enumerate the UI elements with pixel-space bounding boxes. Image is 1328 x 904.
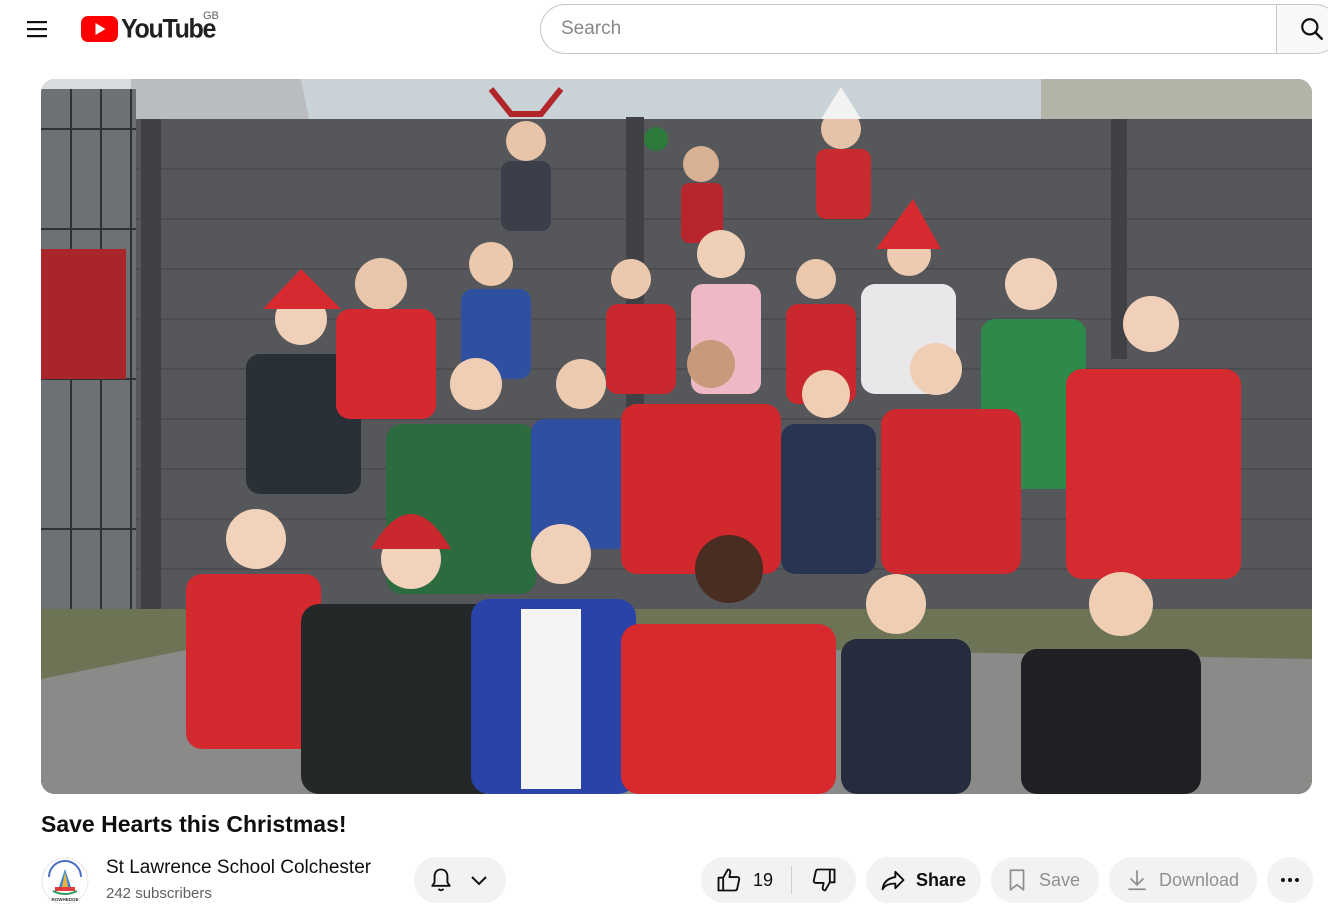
search-button[interactable] [1276, 4, 1328, 54]
search-icon [1301, 18, 1323, 40]
guide-menu-button[interactable] [16, 8, 58, 50]
notifications-button[interactable] [414, 857, 506, 903]
thumbs-down-icon [812, 868, 836, 892]
share-button[interactable]: Share [866, 857, 981, 903]
channel-avatar[interactable]: ROWHEDGE [41, 857, 89, 904]
download-label: Download [1159, 869, 1240, 890]
video-player[interactable] [41, 79, 1312, 794]
country-code: GB [203, 10, 219, 22]
chevron-down-icon [471, 876, 487, 886]
like-count: 19 [753, 869, 774, 890]
masthead: YouTube GB [0, 0, 1328, 58]
logo-wordmark: YouTube [121, 13, 216, 44]
like-button[interactable]: 19 [701, 857, 791, 903]
menu-icon [27, 21, 47, 38]
share-label: Share [916, 869, 967, 890]
bell-icon [431, 868, 451, 892]
school-crest-icon: ROWHEDGE [41, 857, 89, 904]
channel-name[interactable]: St Lawrence School Colchester [106, 857, 371, 879]
dislike-button[interactable] [792, 857, 856, 903]
share-icon [881, 870, 905, 891]
search-input[interactable] [561, 18, 1276, 40]
avatar-text: ROWHEDGE [52, 897, 79, 902]
more-actions-button[interactable] [1267, 857, 1313, 903]
save-button[interactable]: Save [991, 857, 1099, 903]
like-dislike-segment: 19 [701, 857, 856, 903]
search-box[interactable] [540, 4, 1276, 54]
video-frame-image [41, 79, 1312, 794]
more-horizontal-icon [1281, 878, 1299, 882]
download-button[interactable]: Download [1109, 857, 1257, 903]
bookmark-icon [1009, 869, 1025, 891]
search-bar [540, 4, 1328, 54]
video-title: Save Hearts this Christmas! [41, 811, 347, 837]
download-icon [1128, 870, 1146, 891]
thumbs-up-icon [717, 868, 741, 892]
youtube-home-logo[interactable]: YouTube [81, 12, 216, 46]
subscriber-count: 242 subscribers [106, 885, 212, 902]
save-label: Save [1039, 869, 1081, 890]
youtube-logo-icon [81, 16, 118, 42]
